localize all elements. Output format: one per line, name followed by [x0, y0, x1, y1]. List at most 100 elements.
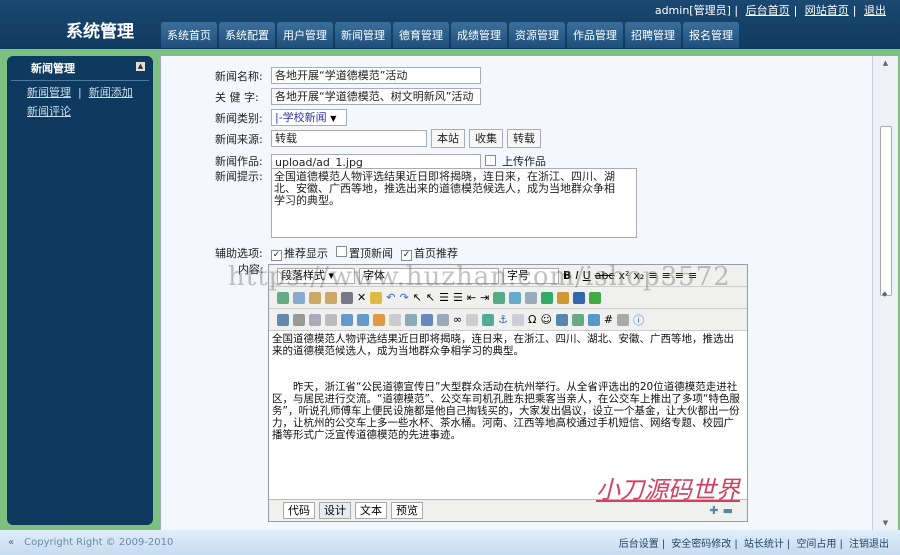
font-select[interactable]: 字体 [359, 267, 499, 284]
footer-link-password[interactable]: 安全密码修改 [671, 539, 731, 550]
site-home-link[interactable]: 网站首页 [805, 4, 849, 17]
sidebar-item-news-comments[interactable]: 新闻评论 [27, 105, 71, 118]
enlarge-icon[interactable]: ✚ [709, 504, 718, 517]
find-icon[interactable] [341, 291, 353, 304]
bg-color-icon[interactable] [509, 291, 522, 304]
scrollbar[interactable]: ▲ ◆ ▼ [872, 56, 898, 530]
unordered-list-icon[interactable]: ☰ [453, 291, 463, 304]
marquee-icon[interactable] [437, 313, 449, 326]
category-select[interactable]: |-学校新闻 ▼ [271, 109, 347, 126]
bold-icon[interactable]: B [563, 269, 571, 282]
page-break-icon[interactable] [512, 313, 525, 326]
emoticon-icon[interactable]: ☺ [540, 313, 551, 326]
option-top[interactable]: 置顶新闻 [336, 245, 393, 261]
grid-icon[interactable]: # [604, 313, 613, 326]
save-icon[interactable] [573, 291, 586, 304]
news-name-input[interactable]: 各地开展“学道德模范”活动 [271, 67, 481, 84]
art-text-icon[interactable] [555, 313, 568, 326]
source-reprint-button[interactable]: 转载 [507, 129, 541, 148]
tab-recruit[interactable]: 招聘管理 [625, 22, 681, 48]
layer-icon[interactable] [341, 313, 353, 326]
option-recommend[interactable]: ✓ 推荐显示 [271, 245, 328, 261]
footer-link-logout[interactable]: 注销退出 [849, 539, 889, 550]
excel-icon[interactable] [589, 291, 602, 304]
text-color-icon[interactable] [493, 291, 506, 304]
scrollbar-thumb[interactable] [880, 126, 892, 296]
collapse-icon[interactable]: ▲ [136, 62, 145, 71]
paste-text-icon[interactable] [325, 291, 337, 304]
format-icon[interactable] [525, 291, 538, 304]
align-right-icon[interactable]: ≡ [675, 269, 684, 282]
source-collect-button[interactable]: 收集 [469, 129, 503, 148]
source-local-button[interactable]: 本站 [431, 129, 465, 148]
collapse-sidebar-icon[interactable]: « [8, 537, 14, 548]
ordered-list-icon[interactable]: ☰ [439, 291, 449, 304]
align-center-icon[interactable]: ≡ [662, 269, 671, 282]
tab-signup[interactable]: 报名管理 [683, 22, 739, 48]
time-icon[interactable] [587, 313, 600, 326]
mode-text[interactable]: 文本 [355, 502, 387, 519]
template-icon[interactable] [373, 313, 385, 326]
tab-home[interactable]: 系统首页 [161, 22, 217, 48]
tab-works[interactable]: 作品管理 [567, 22, 623, 48]
outdent-icon[interactable]: ⇤ [467, 291, 476, 304]
footer-link-settings[interactable]: 后台设置 [619, 539, 659, 550]
select-icon[interactable]: ↖ [413, 291, 422, 304]
upload-checkbox[interactable] [485, 155, 496, 166]
sidebar-item-news-manage[interactable]: 新闻管理 [27, 86, 71, 99]
box-icon[interactable] [389, 313, 401, 326]
form-icon[interactable] [405, 313, 417, 326]
table-icon[interactable] [357, 313, 369, 326]
undo-icon[interactable]: ↶ [386, 291, 395, 304]
unlink-icon[interactable] [466, 313, 479, 326]
tab-users[interactable]: 用户管理 [277, 22, 333, 48]
anchor-icon[interactable]: ⚓ [498, 313, 508, 326]
source-input[interactable]: 转载 [271, 130, 427, 147]
redo-icon[interactable]: ↷ [399, 291, 408, 304]
italic-icon[interactable]: I [575, 269, 578, 282]
strikethrough-icon[interactable]: abc [595, 269, 615, 282]
footer-link-stats[interactable]: 站长统计 [744, 539, 784, 550]
tab-grades[interactable]: 成绩管理 [451, 22, 507, 48]
media-icon[interactable] [309, 313, 321, 326]
paste-icon[interactable] [309, 291, 321, 304]
clean-icon[interactable] [370, 291, 383, 304]
indent-icon[interactable]: ⇥ [480, 291, 489, 304]
delete-icon[interactable]: ✕ [357, 291, 366, 304]
globe-icon[interactable] [482, 313, 495, 326]
hr-icon[interactable] [421, 313, 433, 326]
mode-preview[interactable]: 预览 [391, 502, 423, 519]
cut-icon[interactable] [277, 291, 289, 304]
tab-moral[interactable]: 德育管理 [393, 22, 449, 48]
underline-icon[interactable]: U [583, 269, 591, 282]
justify-icon[interactable]: ≡ [688, 269, 697, 282]
attachment-icon[interactable] [325, 313, 337, 326]
editor-content[interactable]: 全国道德模范人物评选结果近日即将揭晓，连日来，在浙江、四川、湖北、安徽、广西等地… [269, 331, 747, 443]
date-icon[interactable] [571, 313, 584, 326]
about-icon[interactable]: ⓘ [633, 312, 644, 328]
align-left-icon[interactable]: ≡ [648, 269, 657, 282]
special-char-icon[interactable]: Ω [528, 313, 536, 326]
copy-icon[interactable] [293, 291, 305, 304]
upload-icon[interactable] [557, 291, 570, 304]
tab-resources[interactable]: 资源管理 [509, 22, 565, 48]
keyword-input[interactable]: 各地开展“学道德模范、树文明新风”活动 [271, 88, 481, 105]
shrink-icon[interactable]: ▬ [723, 504, 733, 517]
paragraph-style-select[interactable]: 段落样式 ▾ [277, 267, 355, 284]
fullscreen-icon[interactable] [617, 313, 630, 326]
select2-icon[interactable]: ↖ [426, 291, 435, 304]
link-icon[interactable]: ∞ [453, 313, 462, 326]
admin-home-link[interactable]: 后台首页 [746, 4, 790, 17]
tab-news[interactable]: 新闻管理 [335, 22, 391, 48]
superscript-icon[interactable]: x² [618, 269, 629, 282]
mode-code[interactable]: 代码 [283, 502, 315, 519]
option-homepage[interactable]: ✓ 首页推荐 [401, 245, 458, 261]
hint-textarea[interactable]: 全国道德模范人物评选结果近日即将揭晓，连日来，在浙江、四川、湖北、安徽、广西等地… [271, 168, 637, 238]
mode-design[interactable]: 设计 [319, 502, 351, 519]
image-icon[interactable] [277, 313, 289, 326]
web-icon[interactable] [541, 291, 554, 304]
sidebar-item-news-add[interactable]: 新闻添加 [89, 86, 133, 99]
footer-link-space[interactable]: 空间占用 [796, 539, 836, 550]
tab-config[interactable]: 系统配置 [219, 22, 275, 48]
font-size-select[interactable]: 字号 [503, 267, 559, 284]
